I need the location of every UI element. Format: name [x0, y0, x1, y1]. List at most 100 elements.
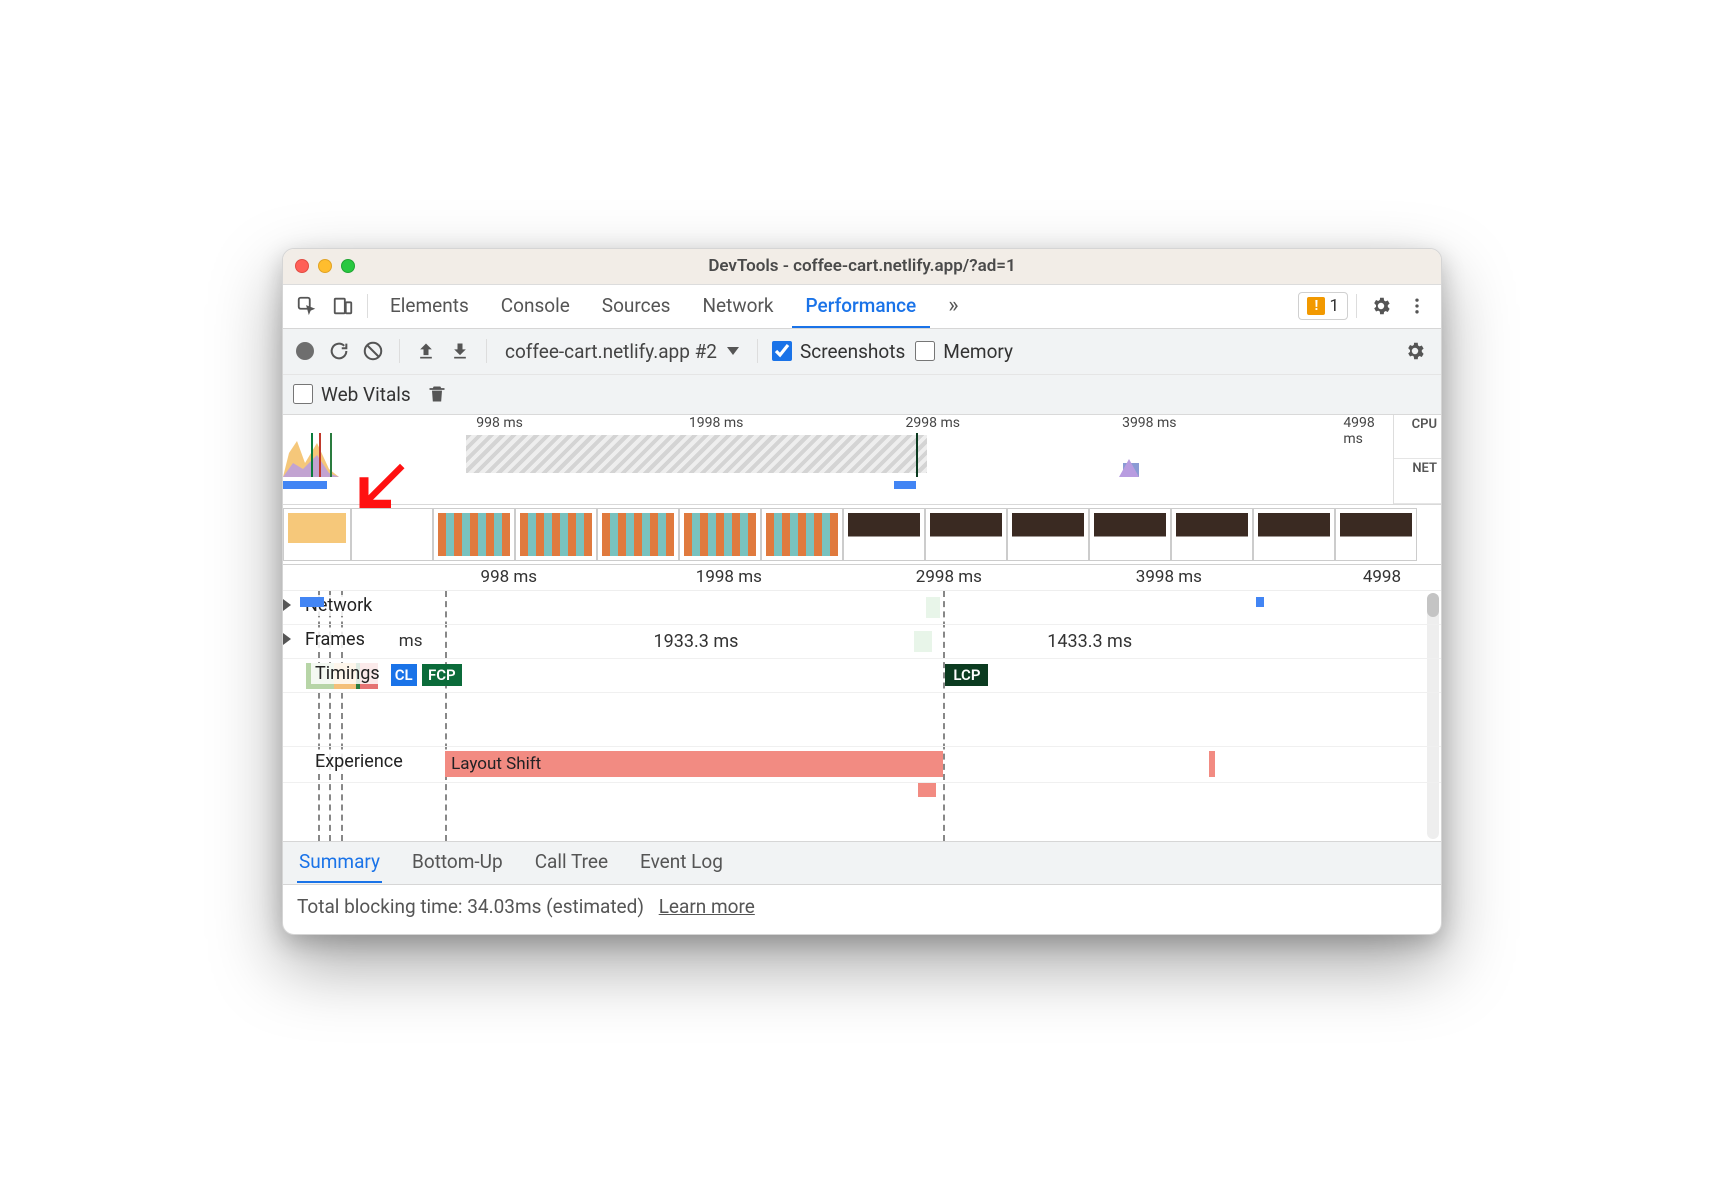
net-overview[interactable]: [283, 477, 1393, 495]
filmstrip-thumb[interactable]: [433, 508, 515, 561]
ruler-tick: 998 ms: [481, 567, 538, 587]
frame-duration: 1933.3 ms: [654, 631, 739, 652]
cpu-activity-shapes: [283, 433, 1393, 477]
summary-tabbar: Summary Bottom-Up Call Tree Event Log: [283, 841, 1441, 885]
learn-more-link[interactable]: Learn more: [659, 895, 755, 918]
tab-more[interactable]: »: [934, 284, 972, 328]
frame-block[interactable]: [914, 631, 932, 652]
timings-subtrack: [283, 693, 1441, 747]
net-bar: [894, 481, 916, 489]
annotation-arrow-icon: [355, 457, 409, 515]
overview-marker-line: [319, 433, 321, 477]
expand-frames-icon[interactable]: [283, 633, 291, 645]
timings-track[interactable]: Timings CL FCP LCP: [283, 659, 1441, 693]
web-vitals-toggle[interactable]: Web Vitals: [293, 383, 411, 406]
ruler-tick: 1998 ms: [696, 567, 762, 587]
lcp-marker[interactable]: LCP: [945, 664, 988, 686]
experience-subrow: [283, 783, 1441, 803]
overview-panel[interactable]: 998 ms 1998 ms 2998 ms 3998 ms 4998 ms C…: [283, 415, 1441, 505]
inspect-element-icon[interactable]: [291, 290, 323, 322]
summary-body: Total blocking time: 34.03ms (estimated)…: [283, 885, 1441, 934]
performance-toolbar: coffee-cart.netlify.app #2 Screenshots M…: [283, 329, 1441, 375]
filmstrip-thumb[interactable]: [925, 508, 1007, 561]
expand-network-icon[interactable]: [283, 599, 291, 611]
overview-body[interactable]: [283, 433, 1393, 504]
filmstrip-thumb[interactable]: [843, 508, 925, 561]
cpu-overview[interactable]: [283, 433, 1393, 477]
fcp-marker[interactable]: FCP: [422, 664, 462, 686]
network-request-block[interactable]: [1256, 597, 1264, 607]
screenshot-filmstrip[interactable]: [283, 505, 1441, 565]
summary-tab-call-tree[interactable]: Call Tree: [533, 842, 610, 883]
network-request-block[interactable]: [300, 597, 324, 607]
tab-elements[interactable]: Elements: [376, 284, 483, 328]
ruler-tick: 2998 ms: [916, 567, 982, 587]
filmstrip-thumb[interactable]: [597, 508, 679, 561]
filmstrip-thumb[interactable]: [1253, 508, 1335, 561]
filmstrip-thumb[interactable]: [1007, 508, 1089, 561]
capture-settings-gear-icon[interactable]: [1399, 335, 1431, 367]
record-button[interactable]: [293, 339, 317, 363]
ruler-tick: 3998 ms: [1122, 415, 1176, 431]
issues-warning-icon: !: [1307, 297, 1325, 315]
issues-button[interactable]: ! 1: [1298, 292, 1348, 320]
layout-shift-block[interactable]: [918, 783, 936, 797]
ruler-tick: 3998 ms: [1136, 567, 1202, 587]
total-blocking-time: Total blocking time: 34.03ms (estimated): [297, 895, 644, 918]
filmstrip-thumb[interactable]: [679, 508, 761, 561]
screenshots-toggle[interactable]: Screenshots: [772, 340, 905, 363]
frame-duration: 1433.3 ms: [1047, 631, 1132, 652]
frames-track[interactable]: Frames ms 1933.3 ms 1433.3 ms: [283, 625, 1441, 659]
devtools-tabbar: Elements Console Sources Network Perform…: [283, 285, 1441, 329]
filmstrip-thumb[interactable]: [1335, 508, 1417, 561]
web-vitals-checkbox[interactable]: [293, 384, 313, 404]
download-profile-icon[interactable]: [448, 339, 472, 363]
performance-toolbar-secondary: Web Vitals: [283, 375, 1441, 415]
memory-label: Memory: [943, 340, 1013, 363]
frame-duration: ms: [399, 631, 423, 651]
tab-sources[interactable]: Sources: [588, 284, 685, 328]
layout-shift-block[interactable]: Layout Shift: [445, 751, 943, 777]
separator: [399, 339, 400, 363]
clear-button[interactable]: [361, 339, 385, 363]
tab-performance[interactable]: Performance: [792, 284, 931, 328]
screenshots-checkbox[interactable]: [772, 341, 792, 361]
network-request-block[interactable]: [926, 597, 940, 618]
main-ruler[interactable]: 998 ms 1998 ms 2998 ms 3998 ms 4998 ms: [283, 565, 1441, 591]
ruler-tick: 2998 ms: [905, 415, 959, 431]
summary-tab-summary[interactable]: Summary: [297, 842, 382, 883]
delete-recording-icon[interactable]: [425, 382, 449, 406]
separator: [1356, 294, 1357, 318]
recording-selector[interactable]: coffee-cart.netlify.app #2: [501, 338, 743, 365]
experience-track[interactable]: Experience Layout Shift: [283, 747, 1441, 783]
overview-net-label: NET: [1394, 459, 1441, 504]
upload-profile-icon[interactable]: [414, 339, 438, 363]
more-menu-icon[interactable]: [1401, 290, 1433, 322]
filmstrip-thumb[interactable]: [1089, 508, 1171, 561]
filmstrip-thumb[interactable]: [1171, 508, 1253, 561]
overview-cpu-label: CPU: [1394, 415, 1441, 460]
cls-marker[interactable]: CL: [391, 664, 417, 686]
network-track[interactable]: Network: [283, 591, 1441, 625]
tab-console[interactable]: Console: [487, 284, 584, 328]
settings-gear-icon[interactable]: [1365, 290, 1397, 322]
filmstrip-thumb[interactable]: [283, 508, 351, 561]
filmstrip-thumb[interactable]: [761, 508, 843, 561]
tab-network[interactable]: Network: [688, 284, 787, 328]
summary-tab-bottom-up[interactable]: Bottom-Up: [410, 842, 505, 883]
filmstrip-thumb[interactable]: [515, 508, 597, 561]
reload-record-button[interactable]: [327, 339, 351, 363]
filmstrip-thumb[interactable]: [351, 508, 433, 561]
summary-tab-event-log[interactable]: Event Log: [638, 842, 725, 883]
flamechart-tracks[interactable]: Network Frames ms 1933.3 ms 1433.3 ms Ti…: [283, 591, 1441, 841]
overview-marker-line: [311, 433, 313, 477]
layout-shift-block[interactable]: [1209, 751, 1215, 777]
device-toolbar-icon[interactable]: [327, 290, 359, 322]
titlebar: DevTools - coffee-cart.netlify.app/?ad=1: [283, 249, 1441, 285]
separator: [757, 339, 758, 363]
memory-toggle[interactable]: Memory: [915, 340, 1013, 363]
chevron-down-icon: [727, 347, 739, 355]
separator: [486, 339, 487, 363]
memory-checkbox[interactable]: [915, 341, 935, 361]
overview-ruler: 998 ms 1998 ms 2998 ms 3998 ms 4998 ms: [283, 415, 1411, 433]
